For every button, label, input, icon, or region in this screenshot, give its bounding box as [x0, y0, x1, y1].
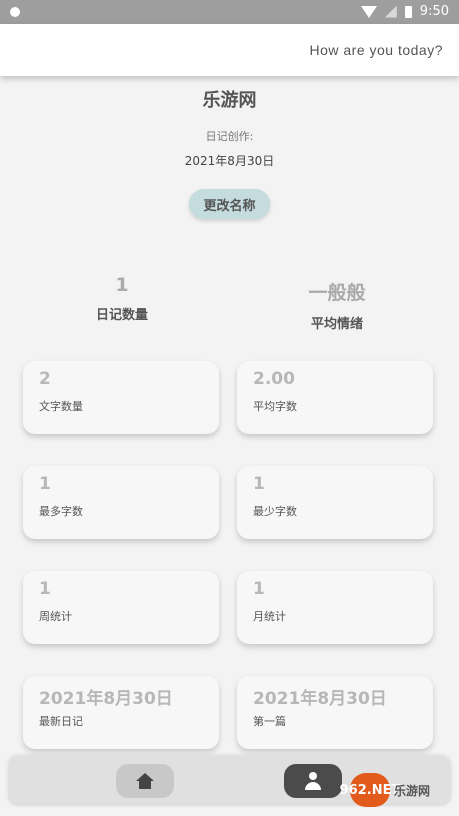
summary-label: 平均情绪 — [310, 317, 363, 332]
rename-button[interactable]: 更改名称 — [189, 189, 270, 219]
home-icon — [136, 773, 154, 789]
watermark-brand: 乐游网 — [393, 783, 430, 798]
stat-value: 1 — [253, 474, 265, 494]
stat-label: 平均字数 — [253, 400, 297, 413]
stat-label: 最多字数 — [39, 505, 83, 518]
status-time: 9:50 — [419, 4, 449, 19]
stat-label: 最新日记 — [39, 715, 83, 728]
stat-label: 最少字数 — [253, 505, 297, 518]
greeting-text: How are you today? — [309, 42, 443, 58]
stat-card-first-diary: 2021年8月30日 第一篇 — [237, 676, 433, 749]
stat-value: 2 — [39, 369, 51, 389]
created-label: 日记创作: — [205, 130, 254, 143]
stat-label: 周统计 — [39, 610, 72, 623]
stat-card-monthly: 1 月统计 — [237, 571, 433, 644]
top-bar: How are you today? — [0, 24, 459, 76]
stat-value: 1 — [39, 579, 51, 599]
summary-diary-count: 1 日记数量 — [42, 274, 202, 323]
summary-average-mood: 一般般 平均情绪 — [257, 278, 417, 332]
notification-dot-icon — [10, 7, 20, 17]
stat-card-average-words: 2.00 平均字数 — [237, 361, 433, 434]
stat-label: 月统计 — [253, 610, 286, 623]
stat-card-max-words: 1 最多字数 — [23, 466, 219, 539]
watermark: 962.NET 乐游网 — [328, 768, 452, 812]
watermark-logo: 962.NET — [340, 773, 400, 807]
wifi-icon — [360, 5, 377, 18]
summary-value: 1 — [115, 274, 129, 296]
stat-value: 2021年8月30日 — [39, 689, 173, 709]
created-date: 2021年8月30日 — [184, 154, 275, 168]
stat-label: 第一篇 — [253, 715, 286, 728]
status-bar: 9:50 — [0, 0, 459, 24]
summary-value: 一般般 — [308, 282, 366, 304]
stat-value: 2021年8月30日 — [253, 689, 387, 709]
stat-value: 1 — [253, 579, 265, 599]
signal-icon — [384, 5, 397, 18]
stat-card-latest-diary: 2021年8月30日 最新日记 — [23, 676, 219, 749]
diary-name: 乐游网 — [202, 90, 257, 111]
stat-value: 1 — [39, 474, 51, 494]
stat-label: 文字数量 — [39, 400, 83, 413]
status-icons: 9:50 — [360, 4, 449, 19]
stat-card-min-words: 1 最少字数 — [237, 466, 433, 539]
stat-card-word-count: 2 文字数量 — [23, 361, 219, 434]
nav-home-button[interactable] — [116, 764, 174, 798]
user-icon — [305, 772, 321, 790]
battery-icon — [404, 5, 412, 18]
stat-value: 2.00 — [253, 369, 295, 389]
stat-card-weekly: 1 周统计 — [23, 571, 219, 644]
summary-label: 日记数量 — [95, 308, 148, 323]
